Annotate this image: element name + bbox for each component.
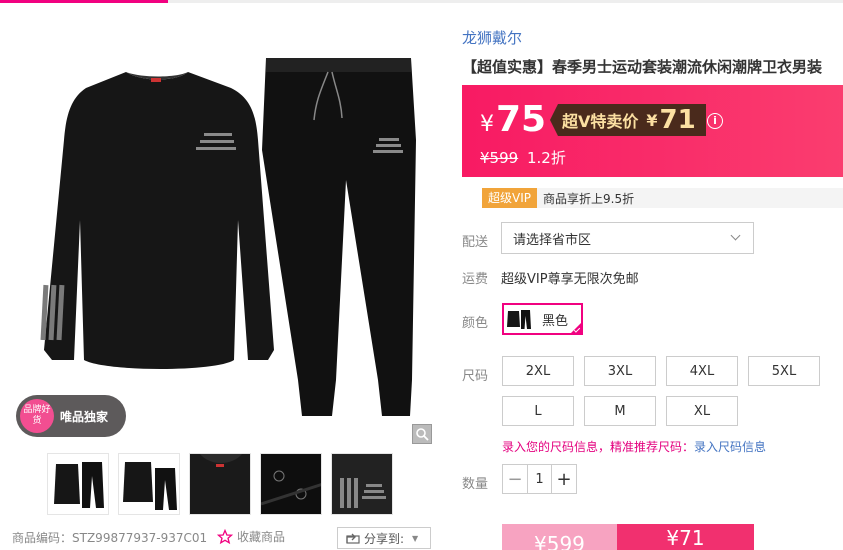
thumbnail-strip [47, 453, 393, 515]
color-label: 颜色 [462, 316, 489, 331]
share-button[interactable]: 分享到: ▼ [337, 527, 431, 549]
vip-discount-desc: 商品享折上9.5折 [543, 191, 635, 206]
magnifier-icon [416, 428, 429, 441]
size-option-xl[interactable]: XL [666, 396, 738, 426]
product-code: 商品编码： STZ99877937-937C01 [12, 529, 207, 546]
size-option-l[interactable]: L [502, 396, 574, 426]
original-price-row: ¥599 1.2折 [480, 147, 566, 168]
size-label: 尺码 [462, 369, 489, 384]
quantity-minus-button[interactable]: − [503, 465, 527, 493]
tracksuit-image [40, 58, 416, 416]
size-entry-link[interactable]: 录入尺码信息 [694, 440, 766, 454]
brand-link[interactable]: 龙狮戴尔 [462, 27, 522, 48]
delivery-label: 配送 [462, 235, 489, 250]
share-dropdown-icon: ▼ [412, 533, 419, 543]
size-option-5xl[interactable]: 5XL [748, 356, 820, 386]
discount-rate: 1.2折 [526, 149, 566, 167]
price-banner: ¥ 75 超V特卖价 ¥ 71 i ¥599 1.2折 [462, 85, 843, 177]
share-icon [346, 533, 360, 544]
brand-good-badge: 品牌好货 [20, 399, 54, 433]
exclusive-label: 唯品独家 [60, 409, 109, 424]
favorite-label: 收藏商品 [237, 530, 286, 544]
region-select[interactable]: 请选择省市区 [501, 222, 754, 254]
shipping-text: 超级VIP尊享无限次免邮 [501, 272, 639, 287]
current-price-value: 75 [496, 99, 547, 140]
buy-original-price-button[interactable]: ¥599 [502, 524, 617, 550]
zoom-button[interactable] [412, 424, 432, 444]
vip-discount-bar: 超级VIP 商品享折上9.5折 [482, 188, 843, 208]
current-price: ¥ 75 [480, 99, 546, 140]
original-price: ¥599 [480, 149, 519, 167]
svip-price-tag: 超V特卖价 ¥ 71 [550, 104, 706, 136]
buy-svip-price-button[interactable]: ¥71 [617, 524, 754, 550]
favorite-button[interactable]: 收藏商品 [217, 528, 285, 545]
star-icon [217, 528, 233, 544]
size-option-m[interactable]: M [584, 396, 656, 426]
color-swatch [506, 307, 532, 331]
color-swatch-image [507, 310, 531, 329]
thumbnail-5[interactable] [331, 453, 393, 515]
thumbnail-image [54, 462, 104, 508]
thumbnail-2[interactable] [118, 453, 180, 515]
color-option-label: 黑色 [542, 313, 569, 329]
svip-price-value: 71 [659, 105, 696, 135]
thumbnail-image [190, 454, 250, 514]
size-hint-text: 录入您的尺码信息，精准推荐尺码： [502, 440, 695, 454]
svip-tag-arrow [550, 104, 558, 136]
currency-symbol: ¥ [480, 112, 494, 137]
exclusive-badge: 品牌好货 唯品独家 [16, 395, 126, 437]
thumbnail-image [261, 454, 321, 514]
thumbnail-3[interactable] [189, 453, 251, 515]
thumbnail-1[interactable] [47, 453, 109, 515]
thumbnail-image [332, 454, 392, 514]
color-option-black[interactable]: 黑色 [502, 303, 583, 335]
svip-tag-body: 超V特卖价 ¥ 71 [558, 104, 706, 136]
quantity-value[interactable]: 1 [527, 465, 552, 493]
top-strip [0, 0, 843, 3]
info-icon[interactable]: i [707, 113, 723, 129]
region-select-placeholder: 请选择省市区 [513, 232, 592, 248]
super-vip-badge: 超级VIP [482, 188, 537, 208]
share-label: 分享到: [364, 531, 405, 546]
quantity-stepper: − 1 + [502, 464, 577, 494]
svip-label: 超V特卖价 [562, 112, 639, 131]
size-option-3xl[interactable]: 3XL [584, 356, 656, 386]
thumbnail-image [123, 462, 177, 510]
product-code-label: 商品编码： [12, 531, 73, 545]
thumbnail-4[interactable] [260, 453, 322, 515]
product-code-value: STZ99877937-937C01 [72, 530, 208, 545]
chevron-down-icon [730, 230, 741, 241]
shipping-label: 运费 [462, 272, 489, 287]
svip-currency: ¥ [646, 110, 658, 130]
size-option-4xl[interactable]: 4XL [666, 356, 738, 386]
size-hint: 录入您的尺码信息，精准推荐尺码：录入尺码信息 [502, 438, 766, 455]
quantity-label: 数量 [462, 477, 489, 492]
main-product-image[interactable] [16, 20, 434, 446]
top-strip-accent [0, 0, 168, 3]
product-title: 【超值实惠】春季男士运动套装潮流休闲潮牌卫衣男装 [462, 58, 823, 76]
size-option-2xl[interactable]: 2XL [502, 356, 574, 386]
quantity-plus-button[interactable]: + [552, 465, 576, 493]
